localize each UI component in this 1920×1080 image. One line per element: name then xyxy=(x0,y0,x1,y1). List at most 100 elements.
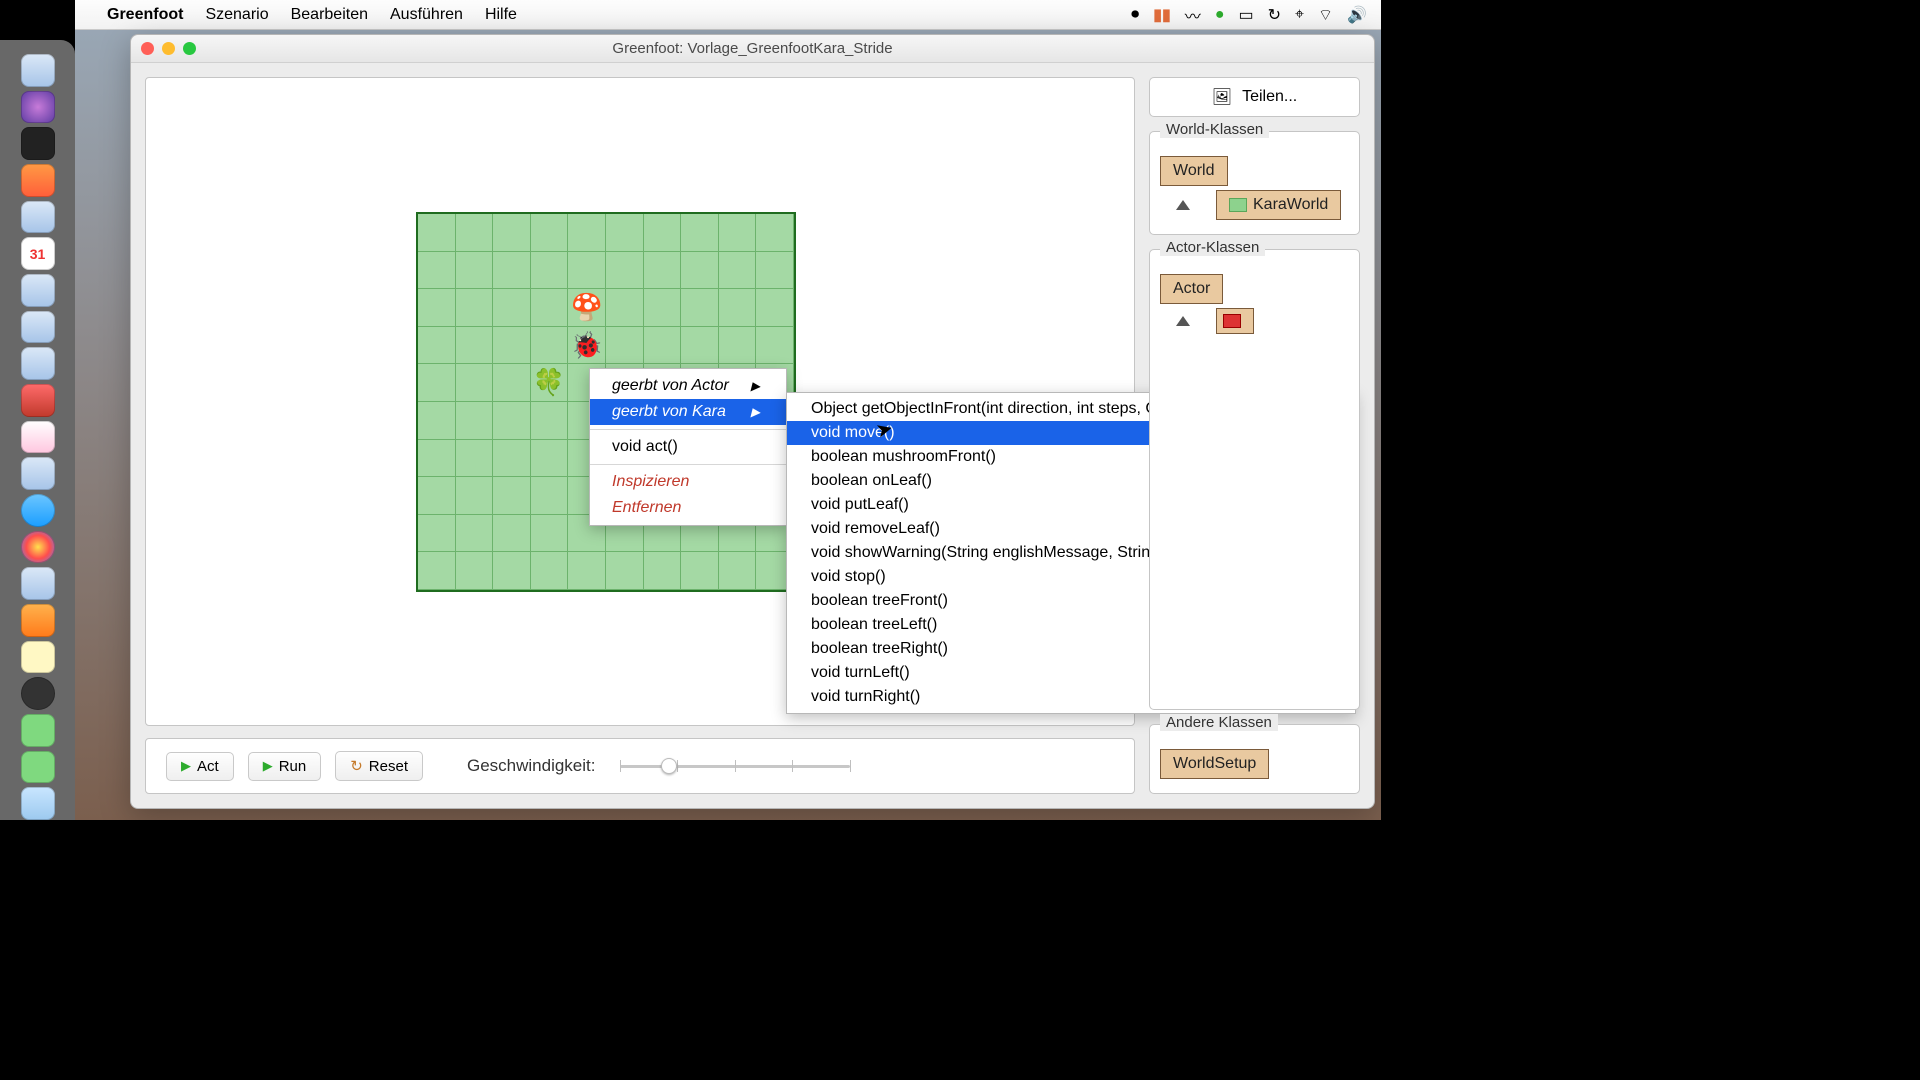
grid-cell[interactable] xyxy=(456,440,494,478)
grid-cell[interactable] xyxy=(493,327,531,365)
run-button[interactable]: ▶ Run xyxy=(248,752,322,781)
grid-cell[interactable] xyxy=(681,252,719,290)
bluetooth-icon[interactable]: ⌖ xyxy=(1295,6,1304,24)
dock-imovie-icon[interactable] xyxy=(21,677,55,710)
grid-cell[interactable] xyxy=(493,252,531,290)
grid-cell[interactable] xyxy=(531,552,569,590)
grid-cell[interactable] xyxy=(418,440,456,478)
grid-cell[interactable] xyxy=(719,552,757,590)
dock-photos-icon[interactable] xyxy=(21,531,55,564)
grid-cell[interactable] xyxy=(531,252,569,290)
grid-cell[interactable] xyxy=(681,327,719,365)
dock-greenfoot2-icon[interactable] xyxy=(21,751,55,784)
grid-cell[interactable] xyxy=(644,252,682,290)
grid-cell[interactable] xyxy=(418,214,456,252)
dock-calendar-icon[interactable]: 31 xyxy=(21,237,55,270)
grid-cell[interactable] xyxy=(756,214,794,252)
grid-cell[interactable] xyxy=(606,327,644,365)
volume-icon[interactable]: 🔊 xyxy=(1347,5,1367,25)
wifi-icon[interactable]: ⌔ xyxy=(1318,5,1333,25)
share-button[interactable]: 🖼 Teilen... xyxy=(1149,77,1360,117)
grid-cell[interactable] xyxy=(719,252,757,290)
grid-cell[interactable] xyxy=(681,552,719,590)
status-ok-icon[interactable]: ● xyxy=(1215,6,1225,24)
grid-cell[interactable] xyxy=(418,515,456,553)
grid-cell[interactable] xyxy=(531,440,569,478)
grid-cell[interactable] xyxy=(418,477,456,515)
dock-ibooks-icon[interactable] xyxy=(21,604,55,637)
world-panel[interactable]: 🍄🐞🍀 geerbt von Actor ▶ geerbt von Kara ▶ xyxy=(145,77,1135,726)
grid-cell[interactable] xyxy=(456,327,494,365)
leaf-icon[interactable]: 🍀 xyxy=(531,364,568,401)
menu-szenario[interactable]: Szenario xyxy=(205,6,268,24)
grid-cell[interactable] xyxy=(756,289,794,327)
grid-cell[interactable] xyxy=(456,402,494,440)
class-actor[interactable]: Actor xyxy=(1160,274,1223,304)
menu-ausfuehren[interactable]: Ausführen xyxy=(390,6,463,24)
kara-icon[interactable]: 🐞 xyxy=(568,327,605,364)
sync-icon[interactable]: 〰 xyxy=(1185,3,1201,27)
grid-cell[interactable] xyxy=(531,327,569,365)
grid-cell[interactable]: 🍀 xyxy=(531,364,569,402)
grid-cell[interactable] xyxy=(606,552,644,590)
act-button[interactable]: ▶ Act xyxy=(166,752,234,781)
grid-cell[interactable] xyxy=(531,402,569,440)
class-actor-sub[interactable] xyxy=(1216,308,1254,334)
grid-cell[interactable] xyxy=(418,364,456,402)
grid-cell[interactable] xyxy=(719,289,757,327)
grid-cell[interactable] xyxy=(456,214,494,252)
grid-cell[interactable] xyxy=(493,477,531,515)
dock-folder-icon[interactable] xyxy=(21,787,55,820)
grid-cell[interactable] xyxy=(418,552,456,590)
grid-cell[interactable] xyxy=(493,289,531,327)
dock-finder-icon[interactable] xyxy=(21,54,55,87)
window-titlebar[interactable]: Greenfoot: Vorlage_GreenfootKara_Stride xyxy=(131,35,1374,63)
ctx-remove[interactable]: Entfernen xyxy=(590,495,786,521)
grid-cell[interactable] xyxy=(493,364,531,402)
ctx-inherited-kara[interactable]: geerbt von Kara ▶ xyxy=(590,399,786,425)
display-icon[interactable]: ▭ xyxy=(1238,5,1253,25)
window-minimize-icon[interactable] xyxy=(162,42,175,55)
class-karaworld[interactable]: KaraWorld xyxy=(1216,190,1341,220)
grid-cell[interactable] xyxy=(568,552,606,590)
grid-cell[interactable] xyxy=(756,252,794,290)
dock-keynote-icon[interactable] xyxy=(21,347,55,380)
menu-bearbeiten[interactable]: Bearbeiten xyxy=(291,6,368,24)
grid-cell[interactable] xyxy=(493,515,531,553)
timemachine-icon[interactable]: ↻ xyxy=(1268,5,1281,25)
grid-cell[interactable] xyxy=(568,214,606,252)
grid-cell[interactable] xyxy=(719,214,757,252)
ctx-inspect[interactable]: Inspizieren xyxy=(590,469,786,495)
grid-cell[interactable]: 🐞 xyxy=(568,327,606,365)
grid-cell[interactable] xyxy=(756,327,794,365)
grid-cell[interactable] xyxy=(456,477,494,515)
grid-cell[interactable] xyxy=(568,252,606,290)
grid-cell[interactable] xyxy=(456,252,494,290)
speed-slider[interactable] xyxy=(620,754,850,778)
screenrec-icon[interactable]: ⏺ xyxy=(1131,6,1139,24)
grid-cell[interactable] xyxy=(418,289,456,327)
grid-cell[interactable] xyxy=(531,515,569,553)
dock-siri-icon[interactable] xyxy=(21,91,55,124)
grid-cell[interactable] xyxy=(681,289,719,327)
grid-cell[interactable] xyxy=(719,327,757,365)
grid-cell[interactable] xyxy=(606,214,644,252)
window-close-icon[interactable] xyxy=(141,42,154,55)
grid-cell[interactable] xyxy=(493,552,531,590)
dock-greenfoot-icon[interactable] xyxy=(21,714,55,747)
grid-cell[interactable] xyxy=(531,477,569,515)
grid-cell[interactable] xyxy=(644,214,682,252)
grid-cell[interactable] xyxy=(493,402,531,440)
grid-cell[interactable] xyxy=(606,252,644,290)
reset-button[interactable]: ↻ Reset xyxy=(335,751,423,781)
pause-icon[interactable]: ▮▮ xyxy=(1153,5,1171,25)
dock-notes-icon[interactable] xyxy=(21,274,55,307)
grid-cell[interactable] xyxy=(456,364,494,402)
dock-stickies-icon[interactable] xyxy=(21,641,55,674)
grid-cell[interactable] xyxy=(493,214,531,252)
grid-cell[interactable] xyxy=(456,289,494,327)
grid-cell[interactable] xyxy=(456,515,494,553)
dock-scanner-icon[interactable] xyxy=(21,567,55,600)
dock-preview-icon[interactable] xyxy=(21,457,55,490)
ctx-act[interactable]: void act() xyxy=(590,434,786,460)
